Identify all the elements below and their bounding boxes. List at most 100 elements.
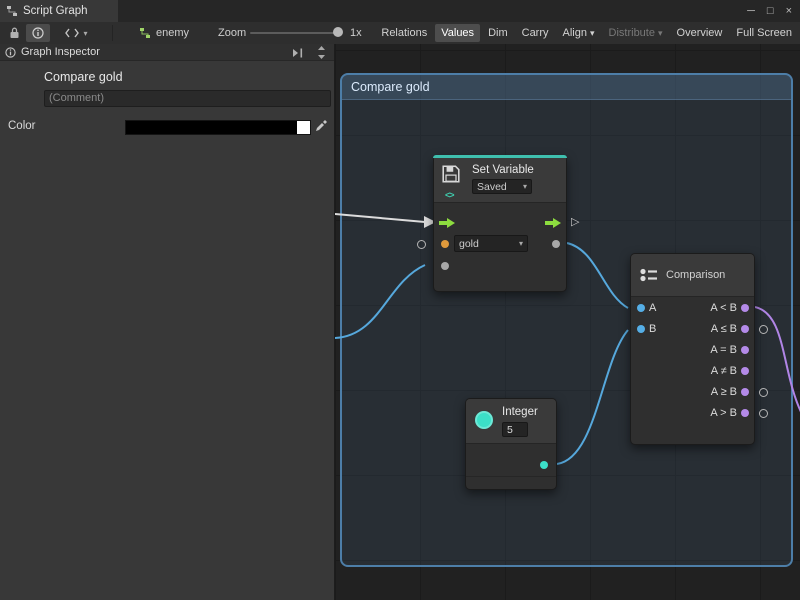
comparison-row: B A ≤ B <box>631 319 754 340</box>
output-a-gte-b-port[interactable] <box>741 388 749 396</box>
save-variable-icon: <> <box>441 164 465 190</box>
code-badge-icon: <> <box>445 190 454 200</box>
comparison-row: A ≥ B <box>631 382 754 403</box>
input-b-label: B <box>649 323 656 335</box>
minimize-icon[interactable]: ─ <box>741 5 761 17</box>
node-integer[interactable]: Integer 5 <box>465 398 557 490</box>
output-label: A ≠ B <box>711 365 737 377</box>
output-label: A < B <box>710 302 737 314</box>
title-bar: Script Graph ─ □ × <box>0 0 800 23</box>
output-label: A > B <box>710 407 737 419</box>
zoom-value: 1x <box>350 27 362 39</box>
graph-inspector-header: Graph Inspector <box>0 44 334 61</box>
output-a-lte-b-port[interactable] <box>741 325 749 333</box>
unconnected-port-circle[interactable] <box>759 409 768 418</box>
toolbar-divider <box>112 25 113 41</box>
relations-button[interactable]: Relations <box>375 24 433 42</box>
comparison-ports: A A < B B A ≤ B A = B A ≠ B <box>631 298 754 424</box>
unconnected-flow-triangle[interactable]: ▷ <box>571 215 579 228</box>
input-b-port[interactable] <box>637 325 645 333</box>
variable-name-port[interactable] <box>441 240 449 248</box>
unconnected-port-circle[interactable] <box>759 325 768 334</box>
distribute-button[interactable]: Distribute▾ <box>603 24 669 42</box>
unconnected-port-circle[interactable] <box>759 388 768 397</box>
toolbar-buttons: Relations Values Dim Carry Align▾ Distri… <box>375 24 798 42</box>
input-a-port[interactable] <box>637 304 645 312</box>
integer-output-port[interactable] <box>540 461 548 469</box>
inspector-toggle-button[interactable] <box>26 24 50 42</box>
comparison-row: A = B <box>631 340 754 361</box>
zoom-slider-track[interactable] <box>250 32 342 34</box>
comment-field[interactable]: (Comment) <box>44 90 331 107</box>
set-variable-header[interactable]: <> Set Variable Saved ▾ <box>434 158 566 203</box>
eyedropper-icon[interactable] <box>314 119 328 133</box>
script-graph-icon <box>6 5 18 17</box>
node-comparison[interactable]: Comparison A A < B B A ≤ B A = B <box>630 253 755 445</box>
overview-button[interactable]: Overview <box>671 24 729 42</box>
maximize-icon[interactable]: □ <box>761 5 780 17</box>
comparison-icon <box>639 267 659 283</box>
graph-name-label[interactable]: enemy <box>156 27 189 39</box>
group-title: Compare gold <box>351 80 430 94</box>
input-a-label: A <box>649 302 656 314</box>
graph-inspector-panel: Graph Inspector Compare gold (Comment) C… <box>0 44 335 600</box>
graph-asset-icon <box>138 24 152 42</box>
dock-icon[interactable] <box>292 48 304 58</box>
info-icon <box>32 27 44 39</box>
output-label: A = B <box>710 344 737 356</box>
floppy-disk-icon <box>441 164 461 184</box>
carry-button[interactable]: Carry <box>516 24 555 42</box>
color-alpha-chip <box>297 121 310 134</box>
align-button[interactable]: Align▾ <box>557 24 601 42</box>
window-controls: ─ □ × <box>741 0 798 22</box>
comparison-row: A ≠ B <box>631 361 754 382</box>
dim-button[interactable]: Dim <box>482 24 514 42</box>
node-title: Integer <box>502 406 538 418</box>
comparison-header[interactable]: Comparison <box>631 254 754 297</box>
output-a-neq-b-port[interactable] <box>741 367 749 375</box>
scroll-arrows-icon[interactable] <box>317 46 326 59</box>
integer-footer <box>466 476 556 489</box>
tab-title: Script Graph <box>23 5 88 17</box>
comparison-row: A > B <box>631 403 754 424</box>
zoom-label: Zoom <box>218 27 246 39</box>
output-label: A ≥ B <box>711 386 737 398</box>
tab-script-graph[interactable]: Script Graph <box>0 0 118 22</box>
graph-toolbar: ▾ enemy Zoom 1x Relations Values Dim Car… <box>0 22 800 45</box>
color-label: Color <box>8 120 35 132</box>
flow-out-port[interactable] <box>545 218 561 228</box>
variable-select-dropdown[interactable]: gold ▾ <box>454 235 528 252</box>
value-out-port[interactable] <box>552 240 560 248</box>
chevron-down-icon: ▾ <box>658 28 663 39</box>
flow-in-port[interactable] <box>439 218 455 228</box>
comparison-row: A A < B <box>631 298 754 319</box>
chevron-down-icon: ▾ <box>523 182 527 191</box>
values-button[interactable]: Values <box>435 24 480 42</box>
integer-value-field[interactable]: 5 <box>502 422 528 437</box>
group-header[interactable]: Compare gold <box>342 75 791 100</box>
fullscreen-button[interactable]: Full Screen <box>730 24 798 42</box>
integer-header[interactable]: Integer 5 <box>466 399 556 444</box>
node-title: Set Variable <box>472 164 534 176</box>
color-swatch[interactable] <box>125 120 311 135</box>
unity-script-graph-window: Script Graph ─ □ × ▾ <box>0 0 800 600</box>
chevron-down-icon: ▾ <box>519 239 523 248</box>
output-a-gt-b-port[interactable] <box>741 409 749 417</box>
integer-type-icon <box>475 411 493 429</box>
inspector-graph-title: Compare gold <box>44 70 123 84</box>
chevron-down-icon: ▾ <box>83 29 87 38</box>
close-icon[interactable]: × <box>780 5 798 17</box>
inspector-title: Graph Inspector <box>21 46 100 58</box>
unconnected-port-circle[interactable] <box>417 240 426 249</box>
output-a-eq-b-port[interactable] <box>741 346 749 354</box>
graph-canvas[interactable]: Compare gold <> <box>335 44 800 600</box>
code-icon <box>64 27 80 39</box>
value-in-port[interactable] <box>441 262 449 270</box>
node-title: Comparison <box>666 269 725 281</box>
edit-graph-button[interactable]: ▾ <box>58 24 94 42</box>
lock-icon[interactable] <box>5 24 23 42</box>
output-a-less-b-port[interactable] <box>741 304 749 312</box>
variable-kind-dropdown[interactable]: Saved ▾ <box>472 179 532 194</box>
node-set-variable[interactable]: <> Set Variable Saved ▾ go <box>433 155 567 292</box>
zoom-slider-knob[interactable] <box>333 27 343 37</box>
